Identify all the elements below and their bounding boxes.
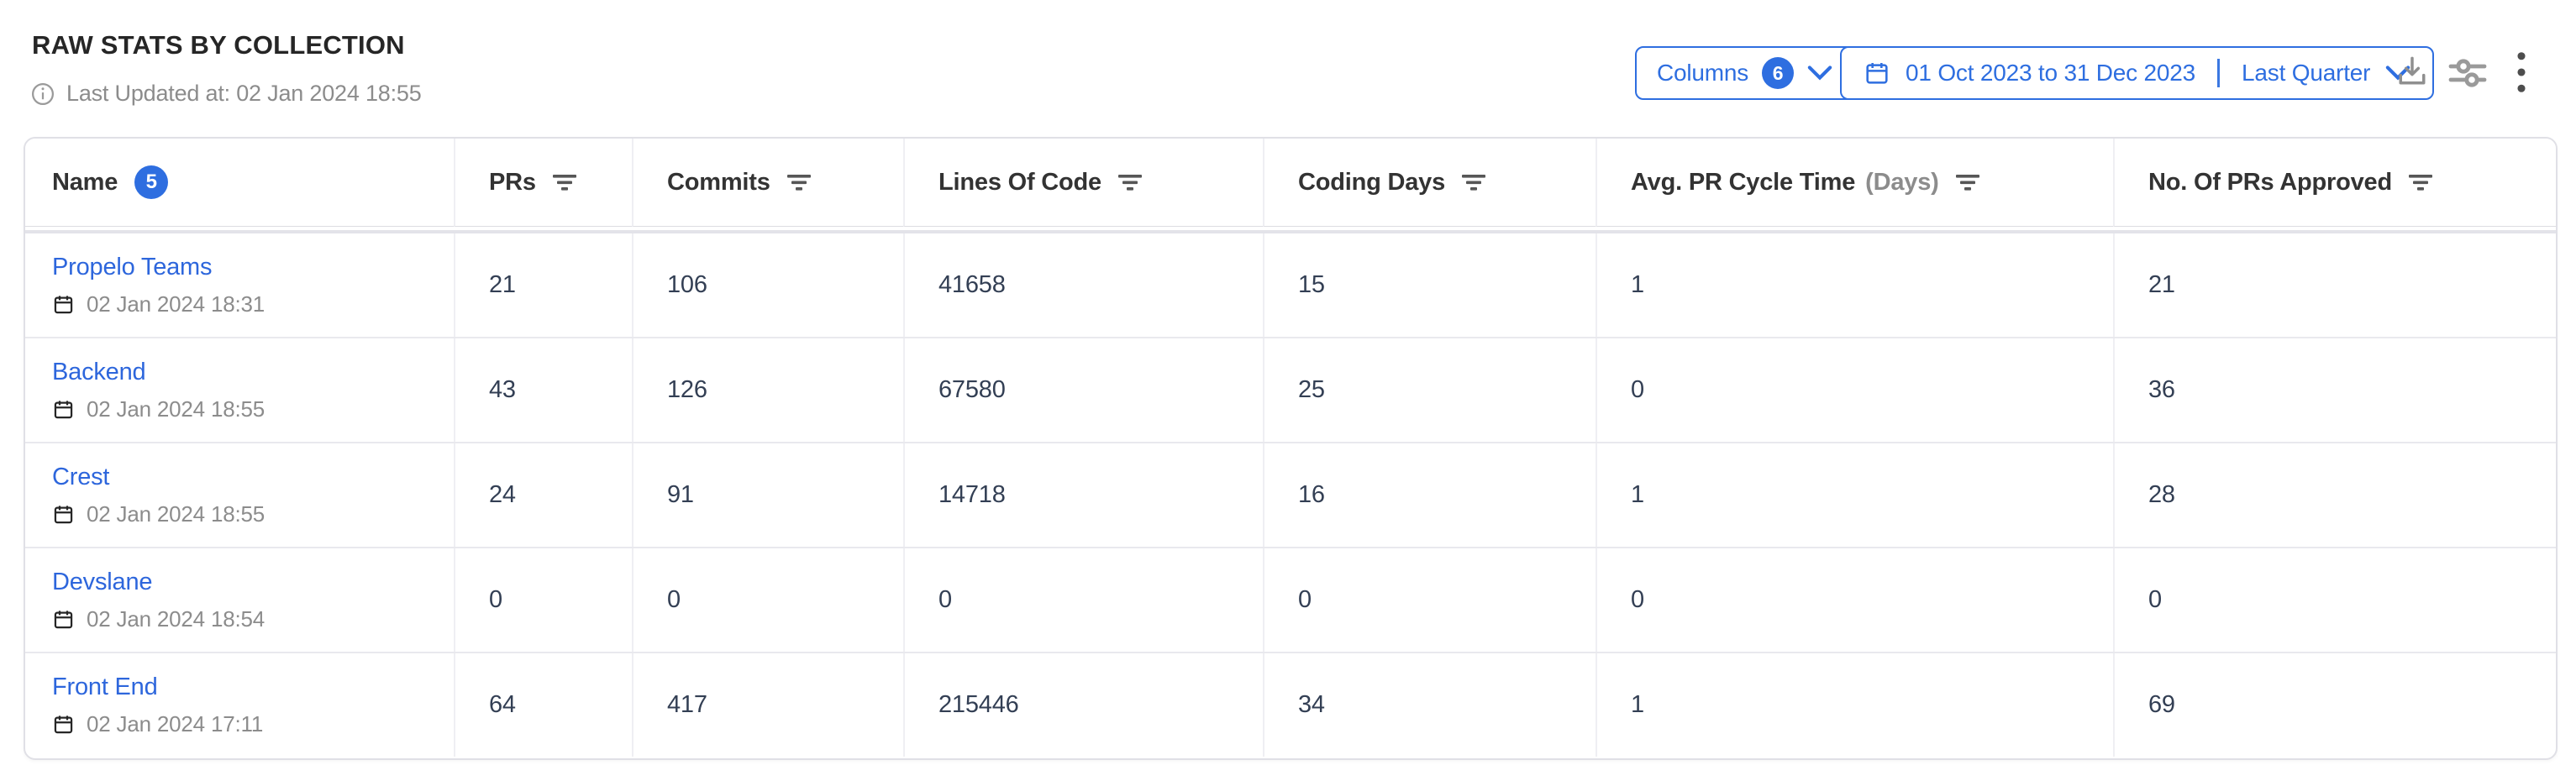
- collection-link[interactable]: Crest: [52, 464, 109, 491]
- column-header-lines-of-code: Lines Of Code: [903, 139, 1263, 227]
- sliders-icon[interactable]: [2447, 54, 2489, 92]
- prs-approved-cell: 36: [2113, 338, 2556, 442]
- collection-link[interactable]: Propelo Teams: [52, 254, 212, 281]
- prs-approved-cell: 28: [2113, 443, 2556, 547]
- row-updated-label: 02 Jan 2024 17:11: [87, 711, 263, 737]
- filter-icon[interactable]: [1462, 172, 1487, 192]
- stats-table: Name 5 PRs Commits Lines Of Code Coding …: [24, 137, 2558, 760]
- last-updated-label: Last Updated at: 02 Jan 2024 18:55: [66, 81, 422, 107]
- row-updated: 02 Jan 2024 18:55: [52, 396, 265, 422]
- date-range-button[interactable]: 01 Oct 2023 to 31 Dec 2023 Last Quarter: [1840, 46, 2434, 100]
- info-icon: [30, 81, 55, 107]
- table-row: Crest 02 Jan 2024 18:55 24 91 14718 16 1…: [25, 442, 2556, 547]
- table-row: Backend 02 Jan 2024 18:55 43 126 67580 2…: [25, 337, 2556, 442]
- chevron-down-icon: [1807, 65, 1832, 81]
- lines-of-code-cell: 0: [903, 548, 1263, 652]
- prs-cell: 64: [454, 653, 632, 757]
- table-header: Name 5 PRs Commits Lines Of Code Coding …: [25, 139, 2556, 227]
- filter-icon[interactable]: [1956, 172, 1981, 192]
- column-header-coding-days: Coding Days: [1263, 139, 1596, 227]
- table-row: Propelo Teams 02 Jan 2024 18:31 21 106 4…: [25, 233, 2556, 337]
- name-count-badge: 5: [134, 165, 168, 199]
- table-row: Front End 02 Jan 2024 17:11 64 417 21544…: [25, 652, 2556, 757]
- commits-cell: 0: [632, 548, 903, 652]
- page-title: RAW STATS BY COLLECTION: [32, 30, 405, 60]
- column-header-commits: Commits: [632, 139, 903, 227]
- row-updated: 02 Jan 2024 18:54: [52, 606, 265, 632]
- column-header-no-of-prs-approved: No. Of PRs Approved: [2113, 139, 2556, 227]
- collection-link[interactable]: Backend: [52, 359, 145, 386]
- commits-cell: 417: [632, 653, 903, 757]
- last-updated: Last Updated at: 02 Jan 2024 18:55: [30, 81, 422, 107]
- columns-label: Columns: [1657, 60, 1748, 86]
- columns-dropdown-button[interactable]: Columns 6: [1635, 46, 1854, 100]
- prs-cell: 43: [454, 338, 632, 442]
- collection-link[interactable]: Devslane: [52, 569, 152, 596]
- filter-icon[interactable]: [787, 172, 812, 192]
- calendar-icon: [52, 293, 75, 316]
- row-updated-label: 02 Jan 2024 18:54: [87, 606, 265, 632]
- row-updated: 02 Jan 2024 18:55: [52, 501, 265, 527]
- coding-days-cell: 0: [1263, 548, 1596, 652]
- name-cell: Devslane 02 Jan 2024 18:54: [25, 548, 454, 652]
- raw-stats-widget: RAW STATS BY COLLECTION Last Updated at:…: [0, 0, 2576, 781]
- kebab-menu-icon[interactable]: [2510, 47, 2532, 97]
- download-icon[interactable]: [2393, 50, 2431, 92]
- name-cell: Front End 02 Jan 2024 17:11: [25, 653, 454, 757]
- column-header-name: Name 5: [25, 139, 454, 227]
- prs-approved-cell: 0: [2113, 548, 2556, 652]
- name-cell: Crest 02 Jan 2024 18:55: [25, 443, 454, 547]
- lines-of-code-cell: 67580: [903, 338, 1263, 442]
- name-cell: Backend 02 Jan 2024 18:55: [25, 338, 454, 442]
- row-updated-label: 02 Jan 2024 18:55: [87, 396, 265, 422]
- prs-cell: 21: [454, 233, 632, 337]
- calendar-icon: [1864, 60, 1890, 86]
- lines-of-code-cell: 215446: [903, 653, 1263, 757]
- coding-days-cell: 16: [1263, 443, 1596, 547]
- divider: [2217, 59, 2220, 87]
- avg-pr-cycle-time-cell: 0: [1596, 548, 2113, 652]
- date-range-label: 01 Oct 2023 to 31 Dec 2023: [1906, 60, 2195, 86]
- prs-approved-cell: 69: [2113, 653, 2556, 757]
- prs-approved-cell: 21: [2113, 233, 2556, 337]
- coding-days-cell: 34: [1263, 653, 1596, 757]
- filter-icon[interactable]: [553, 172, 578, 192]
- coding-days-cell: 15: [1263, 233, 1596, 337]
- calendar-icon: [52, 608, 75, 631]
- column-header-avg-pr-cycle-time: Avg. PR Cycle Time (Days): [1596, 139, 2113, 227]
- prs-cell: 24: [454, 443, 632, 547]
- column-header-prs: PRs: [454, 139, 632, 227]
- lines-of-code-cell: 14718: [903, 443, 1263, 547]
- name-cell: Propelo Teams 02 Jan 2024 18:31: [25, 233, 454, 337]
- table-row: Devslane 02 Jan 2024 18:54 0 0 0 0 0 0: [25, 547, 2556, 652]
- prs-cell: 0: [454, 548, 632, 652]
- commits-cell: 126: [632, 338, 903, 442]
- avg-pr-cycle-time-cell: 1: [1596, 443, 2113, 547]
- avg-pr-cycle-time-cell: 0: [1596, 338, 2113, 442]
- row-updated: 02 Jan 2024 18:31: [52, 291, 265, 317]
- avg-pr-cycle-time-cell: 1: [1596, 653, 2113, 757]
- avg-pr-cycle-time-cell: 1: [1596, 233, 2113, 337]
- commits-cell: 106: [632, 233, 903, 337]
- columns-count-badge: 6: [1762, 57, 1794, 89]
- coding-days-cell: 25: [1263, 338, 1596, 442]
- collection-link[interactable]: Front End: [52, 674, 158, 701]
- table-body: Propelo Teams 02 Jan 2024 18:31 21 106 4…: [25, 233, 2556, 757]
- filter-icon[interactable]: [1118, 172, 1143, 192]
- commits-cell: 91: [632, 443, 903, 547]
- calendar-icon: [52, 713, 75, 736]
- row-updated-label: 02 Jan 2024 18:55: [87, 501, 265, 527]
- lines-of-code-cell: 41658: [903, 233, 1263, 337]
- row-updated: 02 Jan 2024 17:11: [52, 711, 263, 737]
- calendar-icon: [52, 398, 75, 421]
- filter-icon[interactable]: [2409, 172, 2434, 192]
- row-updated-label: 02 Jan 2024 18:31: [87, 291, 265, 317]
- date-preset-label: Last Quarter: [2242, 60, 2370, 86]
- calendar-icon: [52, 503, 75, 526]
